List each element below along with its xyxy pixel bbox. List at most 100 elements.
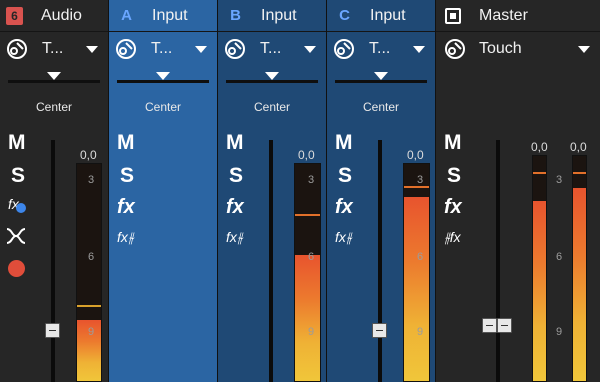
meter-scale-9: 9: [417, 326, 424, 338]
meter-scale-6: 6: [417, 251, 424, 263]
peak-readout: 0,0: [407, 148, 424, 162]
pan-label: Center: [144, 100, 182, 114]
meter-scale-6: 6: [308, 251, 315, 263]
volume-fader-track[interactable]: [269, 140, 273, 382]
level-meter: [76, 163, 102, 382]
meter-scale-3: 3: [417, 174, 424, 186]
fx-active-indicator: [16, 203, 26, 213]
automation-mode-dropdown[interactable]: T...: [218, 33, 326, 65]
chevron-down-icon: [304, 46, 316, 53]
peak-readout: 0,0: [298, 148, 315, 162]
pan-label: Center: [35, 100, 73, 114]
level-meter: [294, 163, 321, 382]
meter-scale-6: 6: [88, 251, 95, 263]
input-letter-badge: A: [121, 7, 132, 24]
fx-send-button[interactable]: fx⫳: [117, 229, 134, 246]
pan-slider[interactable]: [335, 68, 427, 96]
track-name[interactable]: Audio: [41, 7, 82, 25]
solo-button[interactable]: S: [11, 164, 25, 188]
track-name[interactable]: Master: [479, 7, 528, 25]
volume-fader-handle[interactable]: [372, 323, 387, 338]
pan-slider[interactable]: [8, 68, 100, 96]
chevron-down-icon: [86, 46, 98, 53]
channel-strip-audio: 6 Audio T... Center M S fx 0,0 3 6 9: [0, 0, 108, 382]
track-name[interactable]: Input: [370, 7, 406, 25]
strip-header[interactable]: 6 Audio: [0, 0, 108, 32]
fx-button[interactable]: fx: [117, 196, 135, 219]
strip-header[interactable]: Master: [436, 0, 600, 32]
fx-send-label: fx: [449, 229, 461, 245]
track-number-badge: 6: [6, 7, 23, 25]
phase-invert-icon[interactable]: [6, 227, 26, 245]
solo-button[interactable]: S: [229, 164, 243, 188]
pan-slider[interactable]: [117, 68, 209, 96]
automation-mode-value: T...: [260, 40, 282, 57]
strip-header[interactable]: A Input: [109, 0, 217, 32]
automation-mode-dropdown[interactable]: T...: [0, 33, 108, 65]
automation-icon: [115, 38, 137, 60]
automation-mode-dropdown[interactable]: Touch: [436, 33, 600, 65]
pan-label: Center: [362, 100, 400, 114]
automation-mode-value: T...: [369, 40, 391, 57]
volume-fader-track[interactable]: [378, 140, 382, 382]
channel-strip-master: Master Touch M S fx ⫳fx 0,0 0,0 3 6 9: [436, 0, 600, 382]
chevron-down-icon: [578, 46, 590, 53]
mute-button[interactable]: M: [117, 131, 135, 155]
strip-header[interactable]: C Input: [327, 0, 435, 32]
fx-send-label: fx: [226, 229, 237, 245]
input-letter-badge: C: [339, 7, 350, 24]
fx-button[interactable]: fx: [335, 196, 353, 219]
pan-slider[interactable]: [226, 68, 318, 96]
automation-mode-value: T...: [42, 40, 64, 57]
fx-button[interactable]: fx: [226, 196, 244, 219]
pan-knob[interactable]: [47, 72, 61, 80]
chevron-down-icon: [195, 46, 207, 53]
pan-knob[interactable]: [156, 72, 170, 80]
meter-scale-9: 9: [308, 326, 315, 338]
mute-button[interactable]: M: [8, 131, 26, 155]
automation-mode-dropdown[interactable]: T...: [109, 33, 217, 65]
automation-mode-value: Touch: [479, 40, 522, 57]
automation-icon: [6, 38, 28, 60]
record-arm-button[interactable]: [8, 260, 25, 277]
master-icon: [445, 8, 461, 24]
fx-send-button[interactable]: fx⫳: [226, 229, 243, 246]
solo-button[interactable]: S: [338, 164, 352, 188]
meter-scale-9: 9: [556, 326, 563, 338]
fx-send-button[interactable]: ⫳fx: [444, 229, 461, 246]
volume-fader-track[interactable]: [51, 140, 55, 382]
pan-knob[interactable]: [265, 72, 279, 80]
solo-button[interactable]: S: [447, 164, 461, 188]
chevron-down-icon: [413, 46, 425, 53]
meter-scale-9: 9: [88, 326, 95, 338]
volume-fader-handle[interactable]: [45, 323, 60, 338]
fx-button[interactable]: fx: [444, 196, 462, 219]
automation-icon: [333, 38, 355, 60]
volume-fader-handle-left[interactable]: [482, 318, 497, 333]
mute-button[interactable]: M: [226, 131, 244, 155]
automation-mode-value: T...: [151, 40, 173, 57]
fx-send-button[interactable]: fx⫳: [335, 229, 352, 246]
track-name[interactable]: Input: [261, 7, 297, 25]
mute-button[interactable]: M: [335, 131, 353, 155]
strip-header[interactable]: B Input: [218, 0, 326, 32]
input-letter-badge: B: [230, 7, 241, 24]
solo-button[interactable]: S: [120, 164, 134, 188]
fader-icon: ⫳: [345, 229, 352, 245]
pan-label: Center: [253, 100, 291, 114]
fx-send-label: fx: [335, 229, 346, 245]
volume-fader-handle-right[interactable]: [497, 318, 512, 333]
pan-knob[interactable]: [374, 72, 388, 80]
channel-strip-input-a: A Input T... Center M S fx fx⫳ 0,0 3 6 9: [109, 0, 320, 382]
fader-icon: ⫳: [127, 229, 134, 245]
meter-scale-6: 6: [556, 251, 563, 263]
channel-strip-input-b: B Input T... Center M S fx fx⫳ 0,0 3 6 9: [218, 0, 326, 382]
peak-readout-right: 0,0: [570, 140, 587, 154]
automation-mode-dropdown[interactable]: T...: [327, 33, 435, 65]
meter-scale-3: 3: [556, 174, 563, 186]
track-name[interactable]: Input: [152, 7, 188, 25]
meter-scale-3: 3: [308, 174, 315, 186]
volume-fader-track[interactable]: [496, 140, 500, 382]
mute-button[interactable]: M: [444, 131, 462, 155]
level-meter-right: [572, 155, 587, 382]
